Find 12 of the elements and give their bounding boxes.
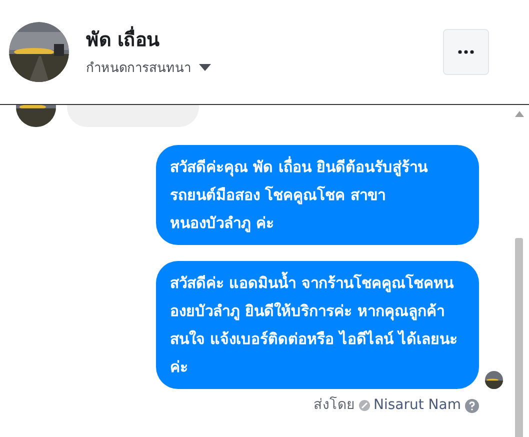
contact-name: พัด เถื่อน: [86, 26, 426, 54]
message-bubble: สวัสดีค่ะคุณ พัด เถื่อน ยินดีต้อนรับสู่ร้าน รถยนต์มือสอง โชคคูณโชค สาขาหนองบัวลำภู ค่ะ: [156, 145, 479, 245]
status-icon: [358, 400, 370, 411]
help-icon[interactable]: [465, 398, 479, 412]
message-bubble: สวัสดีค่ะ แอดมินน้ำ จากร้านโชคคูณโชคหนองยบัวลำภู ยินดีให้บริการค่ะ หากคุณลูกค้าสนใจ แจ้งเบอร์ติดต่อหรือ ไอดีไลน์ ได้เลยนะค่ะ: [156, 261, 479, 389]
sender-name[interactable]: Nisarut Nam: [374, 395, 461, 416]
scroll-up-icon[interactable]: [514, 111, 524, 117]
sent-by-label: ส่งโดย: [314, 396, 354, 415]
dropdown-caret-icon[interactable]: [199, 64, 211, 72]
conversation-settings-link[interactable]: กำหนดการสนทนา: [86, 58, 191, 78]
scrollbar-thumb[interactable]: [515, 238, 523, 437]
more-icon: [458, 50, 474, 54]
